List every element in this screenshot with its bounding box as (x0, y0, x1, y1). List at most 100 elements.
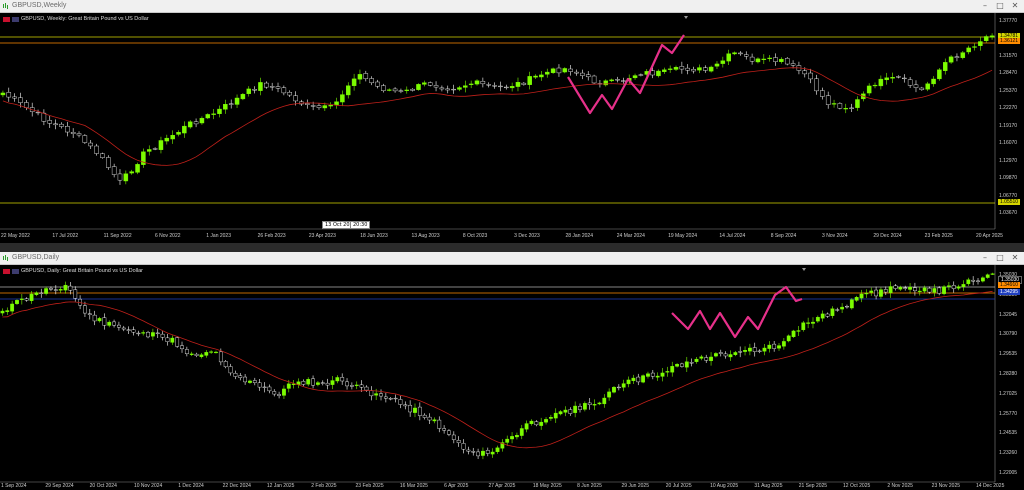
candle (123, 173, 129, 182)
candle (248, 380, 252, 383)
time-axis-label: 10 Nov 2024 (133, 483, 163, 489)
candle (218, 351, 223, 363)
candle (704, 357, 709, 361)
candle (879, 289, 883, 297)
price-axis-label: 1.23260 (999, 450, 1018, 457)
candle (714, 63, 720, 67)
candle (529, 420, 534, 424)
candle (943, 62, 948, 71)
gb-flag-icon (3, 16, 10, 22)
candle (408, 404, 413, 413)
candle (519, 428, 524, 436)
candle (112, 321, 116, 326)
candle (257, 382, 262, 388)
candle (845, 306, 849, 308)
candle (432, 419, 437, 422)
candle (893, 285, 898, 289)
candle (907, 79, 913, 86)
window-title: GBPUSD,Daily (12, 254, 60, 261)
daily-chart-canvas[interactable]: GBPUSD, Daily: Great Britain Pound vs US… (0, 265, 1024, 490)
candle (568, 409, 573, 414)
candle (685, 67, 690, 71)
price-axis-label: 1.09870 (999, 175, 1018, 182)
candle (976, 280, 980, 282)
candle (301, 381, 306, 385)
candle (621, 80, 626, 82)
candle (563, 409, 568, 413)
time-axis-label: 11 Sep 2022 (103, 233, 132, 239)
candle (306, 379, 311, 385)
candle (646, 373, 650, 377)
candle (354, 384, 359, 386)
candle (147, 149, 152, 152)
candle (386, 89, 392, 91)
candle (102, 317, 107, 326)
daily-chart-window[interactable]: GBPUSD,Daily – □ ✕ GBPUSD, Daily: Great … (0, 252, 1024, 490)
candle (176, 131, 181, 135)
price-tag-lower: 1.05510 (998, 199, 1021, 205)
price-axis-label: 1.30790 (999, 331, 1018, 338)
daily-titlebar[interactable]: GBPUSD,Daily – □ ✕ (0, 252, 1024, 265)
candle (990, 273, 995, 275)
candle (158, 140, 164, 150)
maximize-icon[interactable]: □ (995, 1, 1005, 11)
candle (439, 87, 445, 90)
candle (272, 391, 277, 395)
price-tag-blue: 1.34295 (998, 289, 1021, 295)
candle (427, 82, 433, 86)
candle (761, 58, 767, 60)
candle (471, 451, 476, 453)
candle (480, 81, 486, 85)
candle (946, 285, 951, 287)
candle (150, 332, 155, 337)
candle (466, 449, 471, 452)
minimize-icon[interactable]: – (980, 253, 990, 263)
candle (521, 82, 527, 85)
candle (328, 105, 333, 107)
candle (267, 386, 272, 392)
candle (781, 341, 786, 347)
weekly-titlebar[interactable]: GBPUSD,Weekly – □ ✕ (0, 0, 1024, 13)
candle (917, 290, 922, 293)
close-icon[interactable]: ✕ (1010, 1, 1020, 11)
close-icon[interactable]: ✕ (1010, 253, 1020, 263)
candle (335, 377, 340, 382)
candle (180, 345, 184, 350)
time-axis-label: 20 Apr 2025 (976, 233, 1003, 239)
candle (811, 321, 815, 324)
candle (825, 95, 831, 105)
candle (481, 450, 485, 456)
candle (12, 96, 17, 99)
candle (234, 97, 240, 105)
time-axis-label: 23 Feb 2025 (355, 483, 384, 489)
chart-app-icon (3, 255, 8, 261)
candle (58, 289, 63, 291)
price-axis-label: 1.19170 (999, 122, 1018, 129)
candle (723, 353, 728, 357)
candle (111, 166, 117, 175)
candle (919, 87, 925, 90)
time-axis-label: 26 Feb 2023 (257, 233, 286, 239)
weekly-chart-canvas[interactable]: GBPUSD, Weekly: Great Britain Pound vs U… (0, 13, 1024, 243)
candle (641, 375, 646, 383)
time-axis-label: 29 Sep 2024 (45, 483, 74, 489)
candle (545, 71, 550, 75)
candle (699, 356, 704, 359)
minimize-icon[interactable]: – (980, 1, 990, 11)
candle (211, 113, 216, 115)
time-axis-label: 23 Apr 2023 (308, 233, 336, 239)
candle (141, 332, 146, 334)
candle (755, 58, 761, 63)
candle (403, 404, 408, 407)
time-axis-label: 18 Jun 2023 (360, 233, 388, 239)
candle (966, 47, 971, 53)
candle (670, 366, 675, 373)
weekly-chart-window[interactable]: GBPUSD,Weekly – □ ✕ GBPUSD, Weekly: Grea… (0, 0, 1024, 243)
time-axis-label: 2 Nov 2025 (887, 483, 913, 489)
time-axis-label: 1 Dec 2024 (178, 483, 204, 489)
candle (243, 376, 248, 383)
candle (82, 135, 88, 143)
candle (837, 103, 843, 109)
candle (262, 386, 267, 388)
maximize-icon[interactable]: □ (995, 253, 1005, 263)
